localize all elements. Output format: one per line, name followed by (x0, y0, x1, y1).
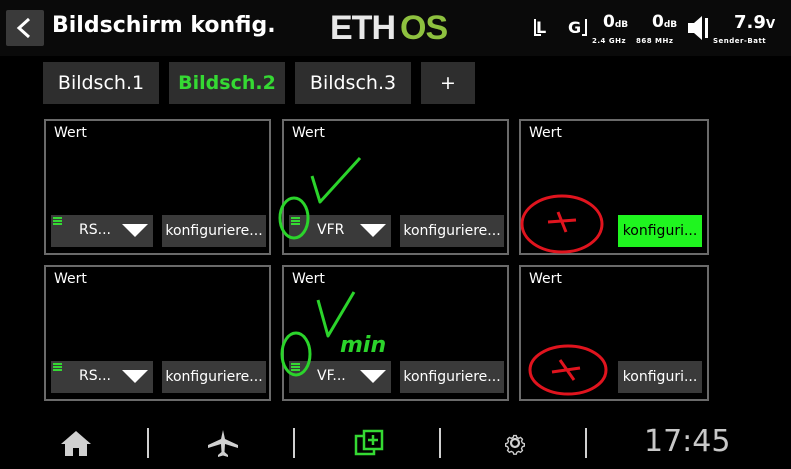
configure-button[interactable]: konfiguriere... (400, 215, 504, 247)
widget-6[interactable]: Wert konfiguri... (519, 265, 709, 401)
back-arrow-icon (16, 17, 31, 39)
back-button[interactable] (6, 10, 44, 46)
signal-868mhz-value: 0 (652, 12, 664, 32)
menu-icon (53, 363, 62, 371)
dropdown-arrow-icon (360, 224, 386, 237)
widget-label: Wert (529, 271, 562, 287)
page-title: Bildschirm konfig. (52, 13, 276, 38)
menu-icon (291, 217, 300, 225)
bottom-nav-bar: 17:45 (0, 412, 791, 469)
receiver-l-bracket-icon (534, 19, 541, 36)
source-select[interactable]: VF... (289, 361, 391, 393)
widget-3[interactable]: Wert konfiguri... (519, 119, 709, 255)
widget-4[interactable]: Wert RS... konfiguriere... (44, 265, 271, 401)
airplane-icon[interactable] (205, 428, 241, 458)
source-value: VF... (317, 368, 346, 384)
separator (293, 428, 295, 458)
widget-1[interactable]: Wert RS... konfiguriere... (44, 119, 271, 255)
separator (585, 428, 587, 458)
signal-868mhz: 0dB (652, 12, 677, 32)
tab-screen-2[interactable]: Bildsch.2 (169, 62, 285, 104)
battery-label: Sender-Batt (713, 37, 767, 45)
source-select[interactable]: VFR (289, 215, 391, 247)
widget-2[interactable]: Wert VFR konfiguriere... (282, 119, 509, 255)
source-select[interactable]: RS... (51, 215, 153, 247)
widget-label: Wert (529, 125, 562, 141)
screens-icon[interactable] (352, 428, 388, 458)
tab-screen-1[interactable]: Bildsch.1 (43, 62, 159, 104)
battery-voltage-value: 7.9 (734, 12, 766, 33)
configure-button[interactable]: konfiguriere... (162, 361, 266, 393)
widget-label: Wert (54, 125, 87, 141)
menu-icon (291, 363, 300, 371)
signal-24ghz-value: 0 (603, 12, 615, 32)
receiver-g-bracket-icon (582, 19, 587, 36)
signal-24ghz-unit: dB (614, 20, 629, 30)
menu-icon (53, 217, 62, 225)
svg-text:OS: OS (400, 9, 447, 46)
source-select[interactable]: RS... (51, 361, 153, 393)
source-value: RS... (79, 368, 111, 384)
signal-24ghz-label: 2.4 GHz (592, 37, 627, 45)
home-icon[interactable] (58, 428, 94, 458)
widget-5[interactable]: Wert VF... konfiguriere... (282, 265, 509, 401)
separator (147, 428, 149, 458)
battery-voltage: 7.9V (734, 12, 775, 33)
source-value: RS... (79, 222, 111, 238)
ethos-logo: ETH OS (330, 9, 448, 46)
signal-24ghz: 0dB (603, 12, 628, 32)
tab-add-screen[interactable]: + (421, 62, 475, 104)
speaker-volume-icon[interactable] (686, 14, 710, 42)
widget-label: Wert (54, 271, 87, 287)
signal-868mhz-unit: dB (663, 20, 678, 30)
top-bar: Bildschirm konfig. ETH OS L G 0dB 2.4 GH… (0, 0, 791, 56)
dropdown-arrow-icon (360, 370, 386, 383)
separator (439, 428, 441, 458)
dropdown-arrow-icon (122, 224, 148, 237)
svg-text:ETH: ETH (330, 9, 395, 46)
widget-label: Wert (292, 125, 325, 141)
tab-screen-3[interactable]: Bildsch.3 (295, 62, 411, 104)
widget-label: Wert (292, 271, 325, 287)
signal-868mhz-label: 868 MHz (636, 37, 674, 45)
configure-button[interactable]: konfiguriere... (162, 215, 266, 247)
battery-voltage-unit: V (765, 17, 776, 31)
configure-button[interactable]: konfiguri... (618, 215, 702, 247)
configure-button[interactable]: konfiguriere... (400, 361, 504, 393)
dropdown-arrow-icon (122, 370, 148, 383)
configure-button[interactable]: konfiguri... (618, 361, 702, 393)
clock: 17:45 (644, 424, 731, 459)
gear-icon[interactable] (497, 428, 533, 458)
source-value: VFR (317, 222, 345, 238)
